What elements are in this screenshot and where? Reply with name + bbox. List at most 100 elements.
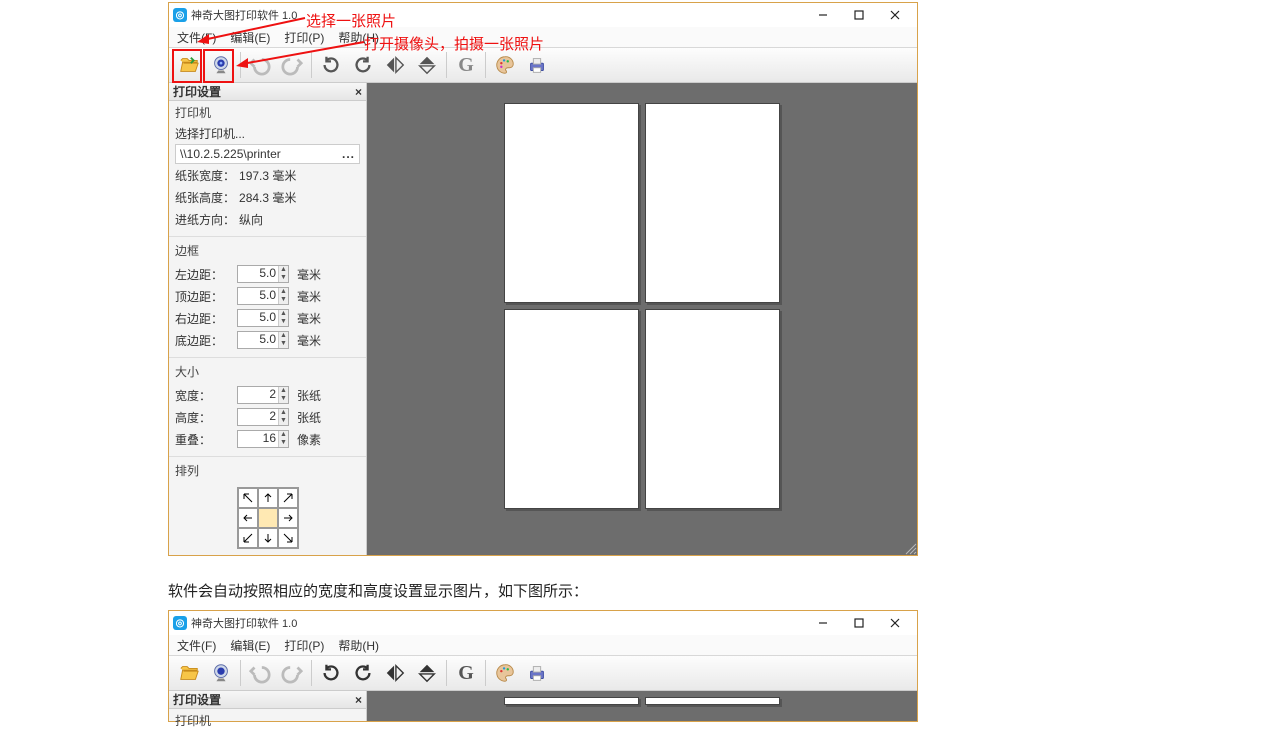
webcam-icon <box>210 662 232 684</box>
folder-open-icon <box>178 54 200 76</box>
print-button[interactable] <box>522 50 552 80</box>
paper-height-label: 纸张高度： <box>175 189 235 206</box>
redo-button[interactable] <box>277 50 307 80</box>
folder-open-icon <box>178 662 200 684</box>
menu-file[interactable]: 文件(F) <box>177 637 216 654</box>
g-button[interactable]: G <box>451 658 481 688</box>
preview-page <box>645 697 780 705</box>
caption-between: 软件会自动按照相应的宽度和高度设置显示图片，如下图所示： <box>168 580 588 601</box>
rotate-ccw-button[interactable] <box>316 658 346 688</box>
margin-top-input[interactable]: 5.0▲▼ <box>237 287 289 305</box>
align-ml[interactable] <box>238 508 258 528</box>
panel-close-button[interactable]: × <box>355 85 362 99</box>
preview-canvas[interactable] <box>367 691 917 721</box>
size-title: 大小 <box>169 360 366 382</box>
app-window-2: ◎ 神奇大图打印软件 1.0 文件(F) 编辑(E) 打印(P) 帮助(H) <box>168 610 918 722</box>
window-minimize-button[interactable] <box>805 611 841 635</box>
printer-value-field[interactable]: \\10.2.5.225\printer ... <box>175 144 360 164</box>
app-window-1: ◎ 神奇大图打印软件 1.0 文件(F) 编辑(E) 打印(P) 帮助(H) <box>168 2 918 556</box>
menu-print[interactable]: 打印(P) <box>284 29 324 46</box>
orientation-value: 纵向 <box>239 211 263 228</box>
printer-section-title: 打印机 <box>169 709 366 731</box>
align-bl[interactable] <box>238 528 258 548</box>
printer-icon <box>526 54 548 76</box>
rotate-ccw-button[interactable] <box>316 50 346 80</box>
open-image-button[interactable] <box>174 658 204 688</box>
resize-grip[interactable] <box>903 541 917 555</box>
menu-file[interactable]: 文件(F) <box>177 29 216 46</box>
alignment-grid <box>237 487 299 549</box>
rotate-cw-icon <box>352 662 374 684</box>
flip-v-icon <box>416 662 438 684</box>
titlebar: ◎ 神奇大图打印软件 1.0 <box>169 3 917 27</box>
webcam-icon <box>210 54 232 76</box>
window-close-button[interactable] <box>877 3 913 27</box>
open-image-button[interactable] <box>174 50 204 80</box>
flip-h-button[interactable] <box>380 658 410 688</box>
palette-icon <box>494 54 516 76</box>
undo-button[interactable] <box>245 50 275 80</box>
print-settings-panel: 打印设置 × 打印机 选择打印机... \\10.2.5.225\printer… <box>169 83 367 555</box>
align-tc[interactable] <box>258 488 278 508</box>
panel-header: 打印设置 × <box>169 83 366 101</box>
align-mr[interactable] <box>278 508 298 528</box>
margin-bottom-input[interactable]: 5.0▲▼ <box>237 331 289 349</box>
redo-button[interactable] <box>277 658 307 688</box>
open-camera-button[interactable] <box>206 658 236 688</box>
g-icon: G <box>458 54 474 77</box>
open-camera-button[interactable] <box>206 50 236 80</box>
window-close-button[interactable] <box>877 611 913 635</box>
paper-width-label: 纸张宽度： <box>175 167 235 184</box>
printer-value: \\10.2.5.225\printer <box>180 147 281 161</box>
orientation-label: 进纸方向： <box>175 211 235 228</box>
align-br[interactable] <box>278 528 298 548</box>
panel-title: 打印设置 <box>173 691 221 708</box>
g-icon: G <box>458 662 474 685</box>
size-height-input[interactable]: 2▲▼ <box>237 408 289 426</box>
margin-bottom-label: 底边距： <box>175 332 233 349</box>
rotate-cw-button[interactable] <box>348 658 378 688</box>
flip-h-button[interactable] <box>380 50 410 80</box>
undo-button[interactable] <box>245 658 275 688</box>
panel-close-button[interactable]: × <box>355 693 362 707</box>
unit-mm: 毫米 <box>297 266 321 283</box>
menu-edit[interactable]: 编辑(E) <box>230 29 270 46</box>
panel-title: 打印设置 <box>173 83 221 100</box>
palette-button[interactable] <box>490 658 520 688</box>
undo-icon <box>249 54 271 76</box>
flip-v-button[interactable] <box>412 658 442 688</box>
menu-help[interactable]: 帮助(H) <box>338 637 379 654</box>
palette-button[interactable] <box>490 50 520 80</box>
g-button[interactable]: G <box>451 50 481 80</box>
unit-sheets: 张纸 <box>297 387 321 404</box>
printer-section-title: 打印机 <box>169 101 366 123</box>
window-maximize-button[interactable] <box>841 3 877 27</box>
preview-canvas[interactable] <box>367 83 917 555</box>
preview-page <box>645 103 780 303</box>
rotate-cw-button[interactable] <box>348 50 378 80</box>
window-maximize-button[interactable] <box>841 611 877 635</box>
overlap-input[interactable]: 16▲▼ <box>237 430 289 448</box>
rotate-ccw-icon <box>320 662 342 684</box>
printer-browse-button[interactable]: ... <box>342 147 355 161</box>
size-width-input[interactable]: 2▲▼ <box>237 386 289 404</box>
app-icon: ◎ <box>173 8 187 22</box>
menu-edit[interactable]: 编辑(E) <box>230 637 270 654</box>
app-title: 神奇大图打印软件 1.0 <box>191 615 297 631</box>
margin-right-input[interactable]: 5.0▲▼ <box>237 309 289 327</box>
align-mc[interactable] <box>258 508 278 528</box>
flip-v-button[interactable] <box>412 50 442 80</box>
align-tr[interactable] <box>278 488 298 508</box>
app-title: 神奇大图打印软件 1.0 <box>191 7 297 23</box>
palette-icon <box>494 662 516 684</box>
align-tl[interactable] <box>238 488 258 508</box>
align-bc[interactable] <box>258 528 278 548</box>
preview-page <box>504 697 639 705</box>
select-printer-link[interactable]: 选择打印机... <box>175 125 360 142</box>
menu-print[interactable]: 打印(P) <box>284 637 324 654</box>
unit-px: 像素 <box>297 431 321 448</box>
print-button[interactable] <box>522 658 552 688</box>
margin-left-input[interactable]: 5.0▲▼ <box>237 265 289 283</box>
annotation-text-1: 选择一张照片 <box>306 10 396 31</box>
window-minimize-button[interactable] <box>805 3 841 27</box>
